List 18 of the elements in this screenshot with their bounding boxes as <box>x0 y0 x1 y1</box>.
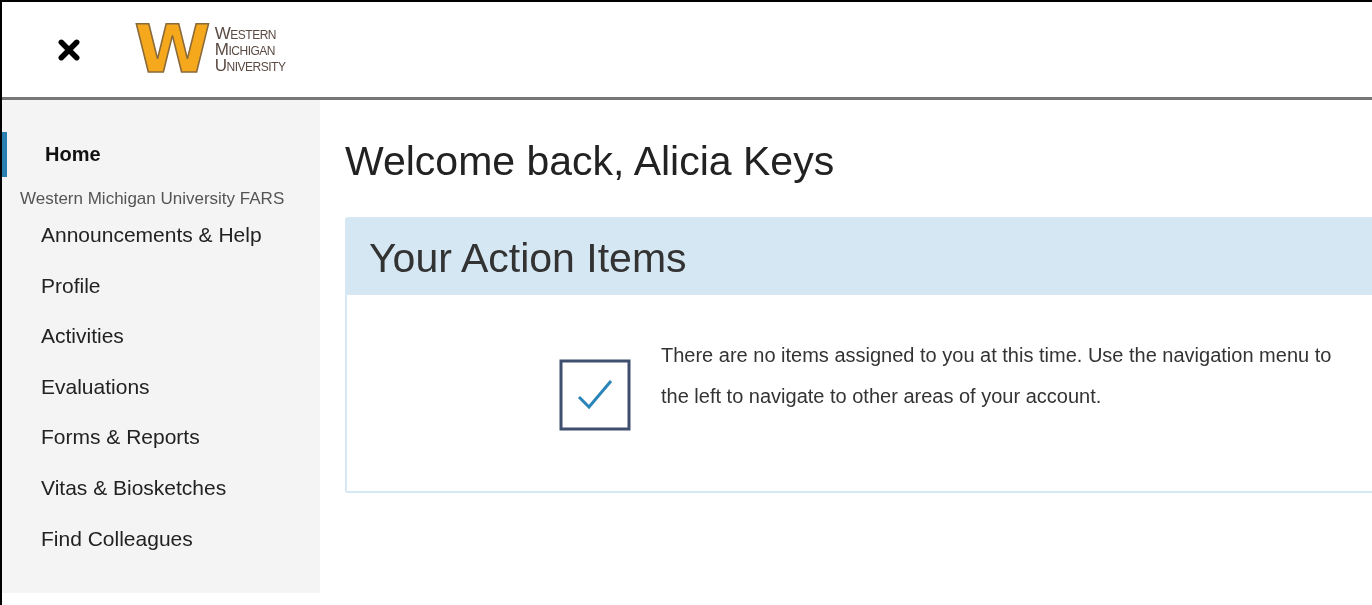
welcome-heading: Welcome back, Alicia Keys <box>345 138 836 185</box>
nav-item[interactable]: Evaluations <box>2 361 320 413</box>
close-icon[interactable] <box>58 38 80 61</box>
nav-item[interactable]: Find Colleagues <box>2 513 320 565</box>
empty-message: There are no items assigned to you at this time. Use the navigation menu to the left to navigate to other areas of your account. <box>661 343 1333 409</box>
nav-item[interactable]: Activities <box>2 311 320 362</box>
logo-text: Western <box>214 25 278 42</box>
logo-text: University <box>214 57 286 74</box>
nav-item[interactable]: Announcements & Help <box>2 210 320 261</box>
logo-text: Michigan <box>214 41 276 58</box>
nav-item[interactable]: Forms & Reports <box>2 412 320 463</box>
nav-item[interactable]: Vitas & Biosketches <box>2 462 320 514</box>
checkbox-icon <box>559 359 631 431</box>
section-label: Western Michigan University FARS <box>19 188 286 210</box>
logo-letter: W <box>134 21 211 78</box>
panel-title: Your Action Items <box>347 219 1372 295</box>
nav-item[interactable]: Profile <box>2 260 320 312</box>
nav-item[interactable]: Home <box>2 132 320 177</box>
